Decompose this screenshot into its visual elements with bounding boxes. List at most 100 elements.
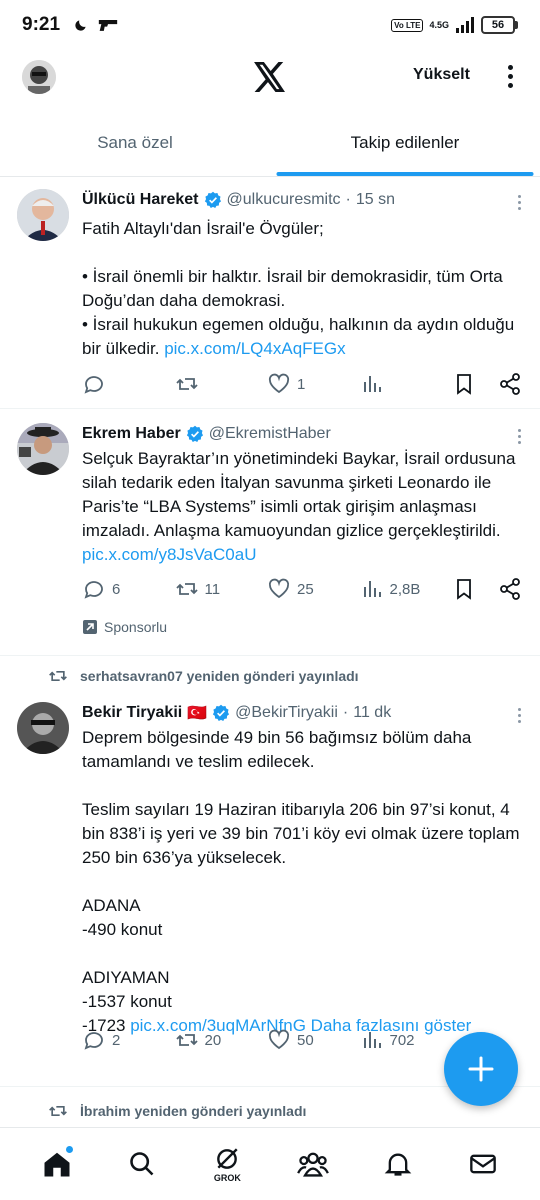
battery-icon: 56 (481, 16, 518, 34)
sponsored-label[interactable]: Sponsorlu (82, 619, 167, 635)
share-icon[interactable] (498, 577, 522, 601)
like-count: 50 (297, 1031, 314, 1049)
tab-for-you[interactable]: Sana özel (0, 110, 270, 176)
reply-count: 2 (112, 1031, 121, 1049)
view-count: 2,8B (389, 580, 421, 598)
post-text: Selçuk Bayraktar’ın yönetimindeki Baykar… (82, 449, 521, 540)
nav-messages[interactable] (453, 1134, 513, 1194)
repost-context[interactable]: serhatsavran07 yeniden gönderi yayınladı (48, 666, 359, 686)
verified-badge-icon (186, 425, 204, 443)
like-button[interactable]: 25 (267, 577, 347, 601)
reply-button[interactable]: 6 (82, 577, 162, 601)
nav-grok[interactable]: GROK (197, 1134, 257, 1194)
author-name[interactable]: Ülkücü Hareket (82, 191, 199, 209)
views-icon (363, 1032, 381, 1048)
repost-icon (175, 1034, 198, 1046)
post-promoted[interactable]: Ekrem Haber @EkremistHaber Selçuk Bayrak… (0, 409, 540, 656)
reply-button[interactable] (82, 372, 162, 396)
compose-post-button[interactable] (444, 1032, 518, 1106)
heart-icon (268, 1029, 290, 1050)
author-name[interactable]: Ekrem Haber (82, 425, 181, 443)
more-options-icon[interactable] (500, 62, 520, 92)
bell-icon (384, 1153, 412, 1176)
bottom-navigation: GROK (0, 1127, 540, 1200)
post-avatar[interactable] (17, 423, 69, 475)
post-menu-icon[interactable] (516, 708, 522, 726)
signal-icon (456, 17, 474, 33)
post-time: 15 sn (355, 191, 396, 208)
post-link[interactable]: pic.x.com/LQ4xAqFEGx (164, 339, 345, 358)
post-text: Deprem bölgesinde 49 bin 56 bağımsız böl… (82, 728, 520, 1035)
post-avatar[interactable] (17, 189, 69, 241)
reply-count: 6 (112, 580, 121, 598)
heart-icon (268, 578, 290, 599)
repost-icon (49, 671, 67, 681)
repost-button[interactable] (175, 372, 255, 396)
feed-tabs: Sana özel Takip edilenler (0, 110, 540, 177)
bookmark-icon[interactable] (452, 577, 476, 601)
post-text: Fatih Altaylı'dan İsrail'e Övgüler; • İs… (82, 219, 515, 358)
verified-badge-icon (212, 704, 230, 722)
timeline: Ülkücü Hareket @ulkucuresmitc · 15 sn Fa… (0, 177, 540, 1127)
grok-icon (217, 1147, 238, 1169)
post[interactable]: serhatsavran07 yeniden gönderi yayınladı… (0, 656, 540, 1087)
repost-icon (175, 583, 198, 595)
nav-search[interactable] (112, 1134, 172, 1194)
views-button[interactable]: 2,8B (360, 577, 440, 601)
repost-icon (49, 1106, 67, 1116)
search-icon (130, 1152, 154, 1176)
like-button[interactable]: 50 (267, 1028, 347, 1052)
author-handle[interactable]: @EkremistHaber (209, 425, 331, 443)
grok-label: GROK (213, 1172, 241, 1183)
post-menu-icon[interactable] (516, 429, 522, 447)
post-avatar[interactable] (17, 702, 69, 754)
like-button[interactable]: 1 (267, 372, 347, 396)
views-icon (363, 581, 381, 597)
like-count: 1 (297, 375, 306, 393)
promoted-icon (83, 620, 97, 634)
post[interactable]: Ülkücü Hareket @ulkucuresmitc · 15 sn Fa… (0, 177, 540, 409)
tab-following[interactable]: Takip edilenler (270, 110, 540, 176)
bookmark-icon[interactable] (452, 372, 476, 396)
nav-communities[interactable] (283, 1134, 343, 1194)
notification-dot (65, 1146, 73, 1153)
author-name[interactable]: Bekir Tiryakii (82, 704, 182, 722)
mail-icon (470, 1154, 497, 1174)
reply-icon (84, 376, 103, 394)
home-icon (44, 1152, 70, 1177)
gun-icon (98, 20, 118, 31)
app-header: Yükselt (0, 50, 540, 110)
post-link[interactable]: pic.x.com/y8JsVaC0aU (82, 545, 256, 564)
share-icon[interactable] (498, 372, 522, 396)
upgrade-button[interactable]: Yükselt (413, 66, 470, 84)
author-handle[interactable]: @ulkucuresmitc (227, 191, 341, 209)
views-icon (363, 376, 381, 392)
repost-button[interactable]: 20 (175, 1028, 255, 1052)
profile-avatar[interactable] (22, 60, 56, 94)
verified-badge-icon (204, 191, 222, 209)
post-menu-icon[interactable] (516, 195, 522, 213)
repost-context[interactable]: İbrahim yeniden gönderi yayınladı (48, 1101, 306, 1121)
status-time: 9:21 (22, 14, 61, 35)
reply-button[interactable]: 2 (82, 1028, 162, 1052)
views-button[interactable] (360, 372, 440, 396)
status-bar: 9:21 Vo LTE 4.5G 56 (0, 0, 540, 50)
reply-icon (84, 1032, 103, 1050)
reply-icon (84, 581, 103, 599)
author-handle[interactable]: @BekirTiryakii (235, 704, 338, 722)
views-button[interactable]: 702 (360, 1028, 440, 1052)
volte-badge: Vo LTE (391, 18, 424, 32)
repost-count: 11 (204, 580, 221, 598)
moon-icon (75, 20, 86, 31)
plus-icon (468, 1056, 494, 1082)
nav-home[interactable] (27, 1134, 87, 1194)
nav-notifications[interactable] (368, 1134, 428, 1194)
like-count: 25 (297, 580, 314, 598)
repost-icon (175, 378, 198, 390)
repost-button[interactable]: 11 (175, 577, 255, 601)
turkey-flag-icon: 🇹🇷 (187, 705, 208, 722)
view-count: 702 (389, 1031, 415, 1049)
x-logo-icon[interactable] (253, 62, 287, 92)
network-type: 4.5G (429, 19, 449, 30)
communities-icon (296, 1152, 329, 1177)
